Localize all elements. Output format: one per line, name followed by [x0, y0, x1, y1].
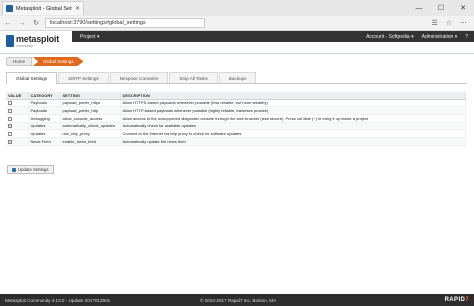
update-settings-button[interactable]: Update Settings	[7, 165, 54, 174]
settings-table-wrap: VALUE CATEGORY SETTING DESCRIPTION Paylo…	[6, 92, 466, 146]
update-settings-label: Update Settings	[18, 167, 49, 172]
window-controls: — ☐ ✕	[408, 0, 474, 16]
category-cell: Debugging	[28, 114, 61, 123]
setting-cell: enable_news_feed	[60, 137, 121, 146]
administration-menu[interactable]: Administration ▾	[422, 34, 458, 40]
metasploit-shield-icon	[6, 35, 14, 47]
version-text: Metasploit Community 4.13.0 - Update 201…	[5, 297, 111, 303]
save-icon	[12, 167, 16, 172]
back-icon[interactable]: ←	[3, 20, 13, 27]
minimize-icon[interactable]: —	[408, 0, 430, 16]
tab-nexpose-consoles[interactable]: Nexpose Consoles	[109, 72, 169, 83]
app-header: metasploit community Project ▾ Account -…	[0, 31, 474, 54]
metasploit-logo[interactable]: metasploit community	[6, 34, 59, 48]
table-row: News Feed enable_news_feed Automatically…	[6, 137, 466, 146]
reading-view-icon[interactable]: ☰	[431, 19, 437, 27]
breadcrumb: Home Global Settings	[6, 57, 84, 66]
value-checkbox[interactable]	[8, 132, 12, 137]
browser-titlebar: Metasploit - Global Setti ✕ — ☐ ✕	[0, 0, 474, 16]
col-setting: SETTING	[60, 92, 121, 100]
table-row: Updates use_http_proxy Connect to the in…	[6, 129, 466, 138]
description-cell: Allow HTTPS-based payloads whenever poss…	[120, 99, 466, 108]
rapid7-logo: RAPID7	[444, 297, 469, 303]
setting-cell: automatically_check_updates	[60, 122, 121, 131]
description-cell: Connect to the internet via http proxy t…	[120, 129, 466, 138]
description-cell: Automatically update the news feed	[120, 137, 466, 146]
refresh-icon[interactable]: ↻	[31, 19, 41, 27]
logo-subtext: community	[16, 44, 33, 48]
close-window-icon[interactable]: ✕	[452, 0, 474, 16]
breadcrumb-current: Global Settings	[33, 57, 84, 66]
tab-stop-all-tasks[interactable]: Stop All Tasks	[169, 72, 218, 83]
category-cell: Updates	[28, 129, 61, 138]
tab-backups[interactable]: Backups	[218, 72, 257, 83]
help-icon[interactable]: ?	[465, 34, 468, 40]
address-bar[interactable]: localhost:3790/settings#global_settings	[45, 18, 205, 28]
table-row: Payloads payload_prefer_http Allow HTTP-…	[6, 106, 466, 115]
category-cell: Updates	[28, 122, 61, 131]
table-row: Debugging allow_console_access Allow acc…	[6, 114, 466, 123]
value-checkbox[interactable]	[8, 101, 12, 106]
value-checkbox[interactable]	[8, 116, 12, 121]
tab-global-settings[interactable]: Global Settings	[6, 72, 58, 84]
tab-close-icon[interactable]: ✕	[75, 5, 80, 12]
setting-cell: payload_prefer_https	[60, 99, 121, 108]
col-category: CATEGORY	[28, 92, 61, 100]
col-description: DESCRIPTION	[120, 92, 466, 100]
maximize-icon[interactable]: ☐	[430, 0, 452, 16]
more-icon[interactable]: ⋯	[460, 19, 467, 27]
account-menu[interactable]: Account - Softpedia ▾	[366, 34, 414, 40]
setting-cell: allow_console_access	[60, 114, 121, 123]
metasploit-favicon-icon	[6, 5, 13, 12]
favorites-icon[interactable]: ☆	[446, 19, 452, 27]
browser-tab[interactable]: Metasploit - Global Setti ✕	[2, 1, 84, 15]
table-row: Payloads payload_prefer_https Allow HTTP…	[6, 99, 466, 108]
setting-cell: payload_prefer_http	[60, 106, 121, 115]
description-cell: Allow HTTP-based payloads whenever possi…	[120, 106, 466, 115]
settings-table: VALUE CATEGORY SETTING DESCRIPTION Paylo…	[6, 92, 466, 146]
category-cell: Payloads	[28, 99, 61, 108]
description-cell: Automatically check for available update…	[120, 122, 466, 131]
table-row: Updates automatically_check_updates Auto…	[6, 122, 466, 131]
forward-icon[interactable]: →	[17, 20, 27, 27]
logo-text: metasploit	[16, 34, 60, 44]
value-checkbox[interactable]	[8, 124, 12, 129]
app-footer: Metasploit Community 4.13.0 - Update 201…	[0, 294, 474, 306]
category-cell: News Feed	[28, 137, 61, 146]
settings-tabs: Global Settings SMTP Settings Nexpose Co…	[6, 72, 466, 84]
tab-smtp-settings[interactable]: SMTP Settings	[58, 72, 109, 83]
browser-navbar: ← → ↻ localhost:3790/settings#global_set…	[0, 16, 474, 31]
copyright-text: © 2010-2017 Rapid7 Inc, Boston, MA	[200, 297, 277, 303]
breadcrumb-home[interactable]: Home	[6, 57, 33, 66]
col-value: VALUE	[6, 92, 29, 100]
value-checkbox[interactable]	[8, 139, 12, 144]
category-cell: Payloads	[28, 106, 61, 115]
project-menu[interactable]: Project ▾	[72, 34, 99, 40]
browser-toolbar-icons: ☰ ☆ ⋯	[431, 19, 471, 27]
value-checkbox[interactable]	[8, 108, 12, 113]
setting-cell: use_http_proxy	[60, 129, 121, 138]
app-menubar: Project ▾ Account - Softpedia ▾ Administ…	[72, 31, 474, 42]
browser-tab-title: Metasploit - Global Setti	[16, 5, 72, 12]
description-cell: Allow access to the unsupported diagnost…	[120, 114, 466, 123]
